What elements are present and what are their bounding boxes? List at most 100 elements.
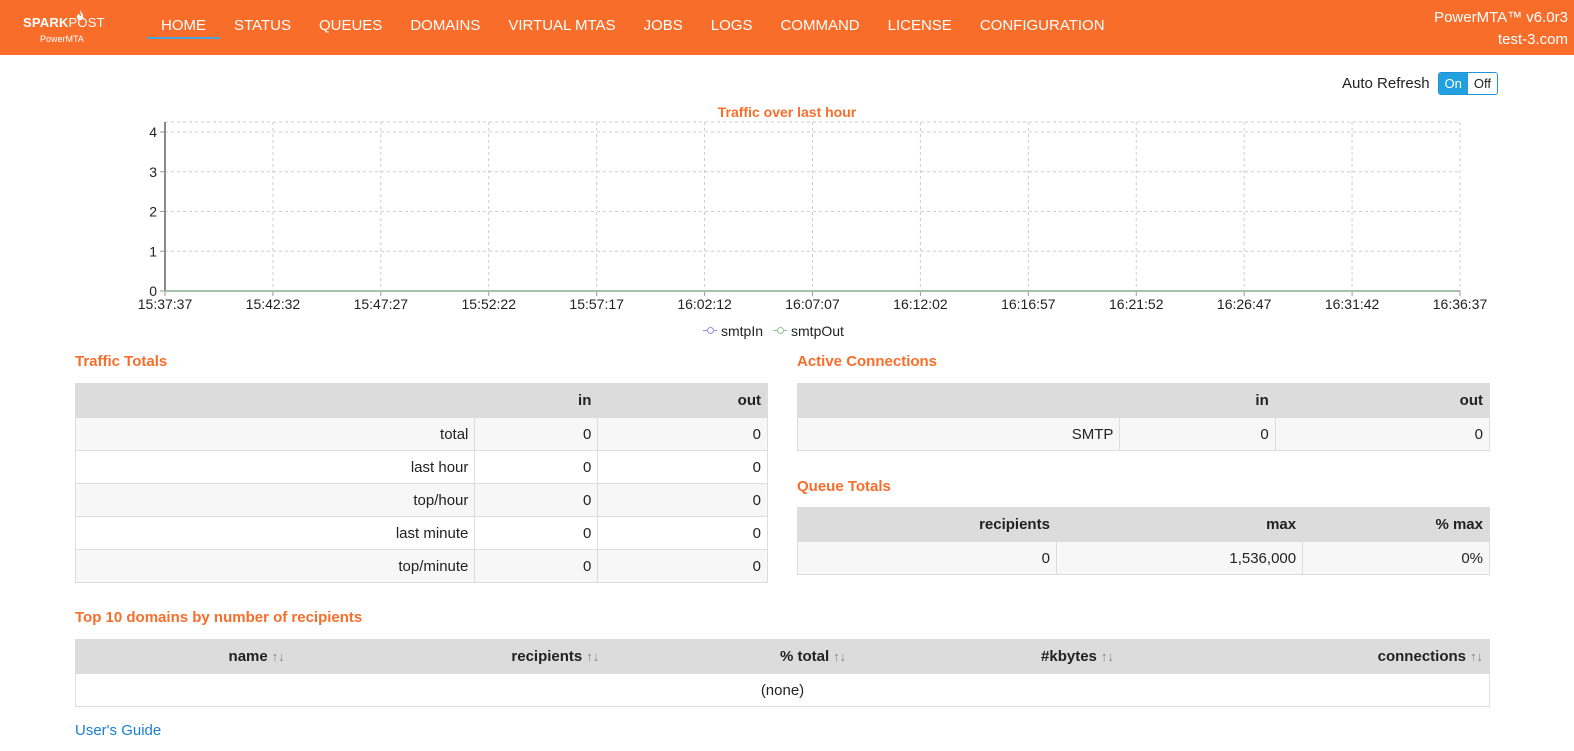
active-connections-table: in out SMTP 0 0 [796, 383, 1491, 451]
auto-refresh-off-button[interactable]: Off [1467, 73, 1497, 94]
sortable-column-header[interactable]: name ↑↓ [75, 639, 292, 674]
table-row: (none) [75, 673, 1490, 707]
nav-item-jobs[interactable]: JOBS [630, 0, 697, 55]
nav-item-command[interactable]: COMMAND [766, 0, 873, 55]
table-cell: 0 [474, 450, 599, 484]
x-tick-label: 16:36:37 [1433, 296, 1488, 312]
nav-item-license[interactable]: LICENSE [874, 0, 966, 55]
table-cell: 0 [597, 549, 768, 583]
column-header: out [597, 383, 768, 418]
table-cell: 0 [1119, 417, 1276, 451]
sortable-column-header[interactable]: connections ↑↓ [1119, 639, 1491, 674]
table-row: last minute 0 0 [74, 516, 768, 550]
table-row: SMTP 0 0 [796, 417, 1491, 451]
column-header [796, 383, 1121, 418]
table-cell: 0 [474, 417, 599, 451]
sort-arrows-icon[interactable]: ↑↓ [1101, 649, 1114, 664]
nav-item-home[interactable]: HOME [147, 0, 220, 55]
x-tick-label: 16:26:47 [1217, 296, 1272, 312]
queue-totals-table: recipients max% max 0 1,536,000 0% [797, 507, 1490, 575]
logo-brand: SPARKPOST [23, 15, 105, 30]
table-cell: last hour [74, 450, 476, 484]
nav-item-configuration[interactable]: CONFIGURATION [966, 0, 1119, 55]
column-header: recipients [797, 507, 1057, 542]
sort-arrows-icon[interactable]: ↑↓ [586, 649, 599, 664]
sortable-column-header[interactable]: #kbytes ↑↓ [852, 639, 1121, 674]
legend-item[interactable]: smtpIn [703, 323, 763, 339]
table-cell: 0 [474, 549, 599, 583]
legend-marker-icon [703, 326, 717, 336]
auto-refresh-on-button[interactable]: On [1438, 73, 1468, 94]
table-cell: top/minute [74, 549, 476, 583]
queue-totals-title: Queue Totals [797, 478, 891, 495]
x-tick-label: 16:02:12 [677, 296, 732, 312]
table-cell: 0% [1302, 541, 1490, 575]
table-cell: SMTP [796, 417, 1121, 451]
table-cell: 0 [474, 483, 599, 517]
table-row: top/hour 0 0 [74, 483, 768, 517]
table-row: total 0 0 [74, 417, 768, 451]
table-cell: total [74, 417, 476, 451]
column-header: % max [1302, 507, 1490, 542]
x-tick-label: 16:21:52 [1109, 296, 1164, 312]
column-header: out [1274, 383, 1491, 418]
auto-refresh-toggle[interactable]: On Off [1437, 72, 1498, 95]
column-header: max [1055, 507, 1304, 542]
nav-item-logs[interactable]: LOGS [697, 0, 767, 55]
y-tick-label: 4 [149, 124, 157, 140]
nav-item-domains[interactable]: DOMAINS [396, 0, 494, 55]
table-row: 0 1,536,000 0% [797, 541, 1490, 575]
table-cell: 1,536,000 [1055, 541, 1304, 575]
table-cell: 0 [1274, 417, 1491, 451]
auto-refresh: Auto Refresh On Off [1342, 72, 1498, 95]
x-tick-label: 15:57:17 [569, 296, 624, 312]
legend-item[interactable]: smtpOut [773, 323, 844, 339]
column-label: name [228, 648, 268, 665]
legend-marker-icon [773, 326, 788, 336]
table-cell: 0 [597, 516, 768, 550]
sortable-column-header[interactable]: recipients ↑↓ [290, 639, 607, 674]
x-tick-label: 16:16:57 [1001, 296, 1056, 312]
version-label: PowerMTA™ v6.0r3 [1434, 9, 1568, 26]
sort-arrows-icon[interactable]: ↑↓ [833, 649, 846, 664]
column-header [74, 383, 476, 418]
y-tick-label: 2 [149, 204, 157, 220]
x-tick-label: 15:52:22 [462, 296, 517, 312]
traffic-totals-table: in out total 0 0 last hour 0 0 top/hour 0 0 last mi… [74, 383, 768, 583]
table-row: top/minute 0 0 [74, 549, 768, 583]
legend-label: smtpIn [721, 323, 764, 339]
sparkpost-logo[interactable]: SPARKPOST PowerMTA [23, 10, 105, 46]
table-row: last hour 0 0 [74, 450, 768, 484]
traffic-totals-title: Traffic Totals [75, 353, 168, 370]
column-label: connections [1377, 648, 1466, 665]
users-guide-link[interactable]: User's Guide [75, 722, 161, 739]
y-tick-label: 3 [149, 164, 157, 180]
column-label: recipients [511, 648, 583, 665]
sort-arrows-icon[interactable]: ↑↓ [1470, 649, 1483, 664]
x-tick-label: 16:07:07 [785, 296, 840, 312]
chart-legend: smtpIn smtpOut [703, 323, 854, 339]
top-navbar: SPARKPOST PowerMTA HOME STATUS QUEUES DOMAI… [0, 0, 1574, 55]
nav-item-queues[interactable]: QUEUES [305, 0, 396, 55]
table-cell: 0 [474, 516, 599, 550]
flame-icon [75, 10, 85, 25]
x-tick-label: 15:42:32 [246, 296, 301, 312]
sort-arrows-icon[interactable]: ↑↓ [272, 649, 285, 664]
x-tick-label: 15:37:37 [138, 296, 193, 312]
top-domains-table: name ↑↓ recipients ↑↓% total ↑↓ #kbytes ↑↓ conn… [75, 639, 1491, 707]
table-cell: last minute [74, 516, 476, 550]
nav-item-virtual-mtas[interactable]: VIRTUAL MTAS [494, 0, 629, 55]
x-tick-label: 15:47:27 [354, 296, 409, 312]
traffic-chart: 0123415:37:37 15:42:32 15:47:27 15:52:22 15:… [138, 121, 1488, 312]
sortable-column-header[interactable]: % total ↑↓ [605, 639, 854, 674]
nav-item-status[interactable]: STATUS [220, 0, 305, 55]
table-cell: 0 [597, 483, 768, 517]
y-tick-label: 1 [149, 243, 157, 259]
table-cell: 0 [797, 541, 1057, 575]
top-domains-title: Top 10 domains by number of recipients [75, 609, 363, 626]
legend-label: smtpOut [791, 323, 844, 339]
empty-message: (none) [75, 673, 1490, 707]
x-tick-label: 16:31:42 [1325, 296, 1380, 312]
column-header: in [474, 383, 599, 418]
logo-subtitle: PowerMTA [40, 34, 84, 44]
